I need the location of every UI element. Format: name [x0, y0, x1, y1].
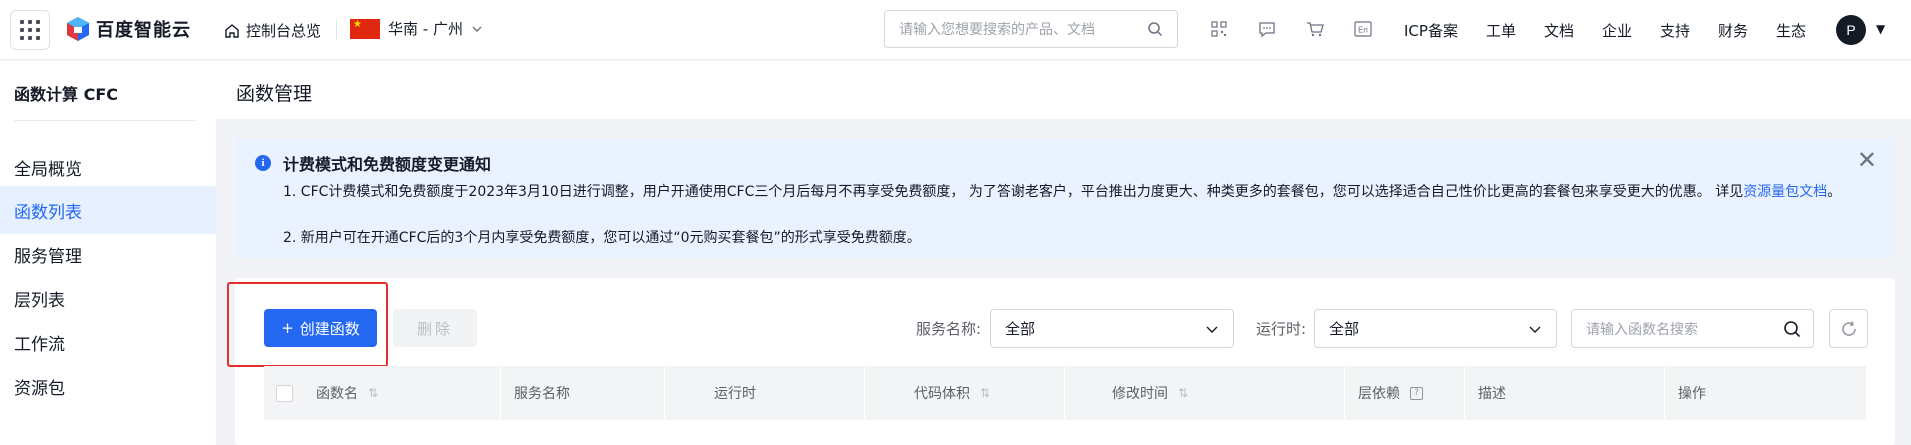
column-header-modified-time[interactable]: 修改时间 ⇅ — [1112, 366, 1188, 420]
column-description-label: 描述 — [1478, 386, 1506, 402]
table-header: 函数名 ⇅ 服务名称 运行时 代码体积 ⇅ 修改时间 ⇅ 层依赖 ? 描述 操作 — [264, 366, 1866, 420]
sidebar-item-function-list[interactable]: 函数列表 — [0, 186, 216, 234]
nav-ecosystem[interactable]: 生态 — [1776, 20, 1806, 41]
column-modified-time-label: 修改时间 — [1112, 386, 1168, 402]
sidebar-divider — [14, 120, 196, 121]
top-navigation-bar: 百度智能云 控制台总览 华南 - 广州 请输入您想要搜索的产品、文档 E — [0, 0, 1911, 60]
nav-enterprise[interactable]: 企业 — [1602, 20, 1632, 41]
sort-icon[interactable]: ⇅ — [980, 386, 990, 400]
column-service-name-label: 服务名称 — [514, 386, 570, 402]
brand-name: 百度智能云 — [96, 20, 191, 41]
notice-line-1-end: 。 — [1827, 184, 1842, 200]
column-divider — [864, 366, 865, 420]
column-header-layer-dependency: 层依赖 ? — [1358, 366, 1423, 420]
column-header-runtime: 运行时 — [714, 366, 756, 420]
delete-button[interactable]: 删除 — [393, 309, 477, 347]
function-search-placeholder: 请输入函数名搜索 — [1586, 321, 1698, 338]
column-header-code-size[interactable]: 代码体积 ⇅ — [914, 366, 990, 420]
console-overview-label: 控制台总览 — [246, 22, 322, 40]
column-header-description: 描述 — [1478, 366, 1506, 420]
notice-line-1: 1. CFC计费模式和免费额度于2023年3月10日进行调整，用户开通使用CFC… — [283, 180, 1853, 204]
runtime-filter-label: 运行时: — [1256, 320, 1307, 338]
column-header-actions: 操作 — [1678, 366, 1706, 420]
global-search-input[interactable]: 请输入您想要搜索的产品、文档 — [884, 10, 1178, 48]
column-divider — [1344, 366, 1345, 420]
column-actions-label: 操作 — [1678, 386, 1706, 402]
column-function-name-label: 函数名 — [316, 386, 358, 402]
billing-notice-banner: i 计费模式和免费额度变更通知 1. CFC计费模式和免费额度于2023年3月1… — [235, 138, 1895, 258]
notice-title: 计费模式和免费额度变更通知 — [283, 155, 492, 174]
language-en-icon[interactable]: En — [1352, 18, 1374, 40]
avatar[interactable]: P — [1836, 15, 1866, 45]
column-header-function-name[interactable]: 函数名 ⇅ — [316, 366, 378, 420]
brand-logo[interactable]: 百度智能云 — [66, 16, 191, 42]
close-icon[interactable]: ✕ — [1857, 146, 1877, 174]
column-code-size-label: 代码体积 — [914, 386, 970, 402]
nav-icp[interactable]: ICP备案 — [1404, 20, 1458, 41]
service-filter-select[interactable]: 全部 — [990, 309, 1234, 348]
runtime-filter-select[interactable]: 全部 — [1314, 309, 1557, 348]
top-nav-links: ICP备案 工单 文档 企业 支持 财务 生态 — [1404, 20, 1806, 41]
divider — [336, 20, 337, 40]
page-title: 函数管理 — [236, 83, 313, 105]
home-icon — [225, 23, 239, 38]
notice-line-1-text: 1. CFC计费模式和免费额度于2023年3月10日进行调整，用户开通使用CFC… — [283, 184, 1744, 200]
notice-line-2: 2. 新用户可在开通CFC后的3个月内享受免费额度，您可以通过“0元购买套餐包”… — [283, 230, 921, 246]
info-icon: i — [255, 155, 271, 171]
column-divider — [1464, 366, 1465, 420]
service-filter-value: 全部 — [1005, 320, 1036, 338]
column-runtime-label: 运行时 — [714, 386, 756, 402]
console-overview-link[interactable]: 控制台总览 — [224, 20, 321, 41]
column-divider — [500, 366, 501, 420]
chevron-down-icon — [472, 26, 482, 32]
sort-icon[interactable]: ⇅ — [1178, 386, 1188, 400]
sort-icon[interactable]: ⇅ — [368, 386, 378, 400]
sidebar-item-overview[interactable]: 全局概览 — [0, 143, 216, 191]
message-icon[interactable] — [1256, 18, 1278, 40]
region-label: 华南 - 广州 — [388, 20, 463, 38]
nav-ticket[interactable]: 工单 — [1486, 20, 1516, 41]
column-layer-dependency-label: 层依赖 — [1358, 386, 1400, 402]
search-icon[interactable] — [1147, 21, 1163, 37]
nav-support[interactable]: 支持 — [1660, 20, 1690, 41]
sidebar-item-resource-package[interactable]: 资源包 — [0, 362, 216, 410]
resource-package-doc-link[interactable]: 资源量包文档 — [1743, 184, 1827, 200]
column-divider — [1064, 366, 1065, 420]
global-search-placeholder: 请输入您想要搜索的产品、文档 — [899, 22, 1095, 38]
region-selector[interactable]: 华南 - 广州 — [350, 18, 483, 39]
runtime-filter-value: 全部 — [1329, 320, 1360, 338]
search-icon[interactable] — [1783, 320, 1801, 338]
language-en-text: En — [1358, 26, 1368, 35]
page-header: 函数管理 — [216, 61, 1911, 119]
sidebar-item-workflow[interactable]: 工作流 — [0, 318, 216, 366]
column-divider — [1664, 366, 1665, 420]
column-divider — [664, 366, 665, 420]
sidebar-item-service-management[interactable]: 服务管理 — [0, 230, 216, 278]
cart-icon[interactable] — [1304, 18, 1326, 40]
sidebar-item-layer-list[interactable]: 层列表 — [0, 274, 216, 322]
select-all-checkbox[interactable] — [276, 385, 293, 402]
grid-icon — [20, 20, 40, 40]
baidu-cloud-logo-icon — [67, 17, 89, 41]
column-header-service-name: 服务名称 — [514, 366, 570, 420]
function-search-input[interactable]: 请输入函数名搜索 — [1571, 309, 1814, 348]
refresh-button[interactable] — [1829, 309, 1868, 348]
chevron-down-icon — [1529, 326, 1541, 333]
chevron-down-icon — [1206, 326, 1218, 333]
refresh-icon — [1841, 320, 1856, 336]
nav-docs[interactable]: 文档 — [1544, 20, 1574, 41]
highlight-box — [227, 282, 388, 367]
nav-finance[interactable]: 财务 — [1718, 20, 1748, 41]
qrcode-icon[interactable] — [1208, 18, 1230, 40]
service-filter-label: 服务名称: — [916, 320, 982, 338]
china-flag-icon — [350, 18, 380, 39]
caret-down-icon[interactable]: ▼ — [1876, 22, 1885, 36]
top-icon-group: En — [1208, 18, 1374, 40]
sidebar-title: 函数计算 CFC — [14, 85, 118, 104]
apps-grid-button[interactable] — [10, 10, 50, 50]
sidebar: 函数计算 CFC 全局概览 函数列表 服务管理 层列表 工作流 资源包 — [0, 61, 216, 445]
help-icon[interactable]: ? — [1410, 386, 1423, 400]
